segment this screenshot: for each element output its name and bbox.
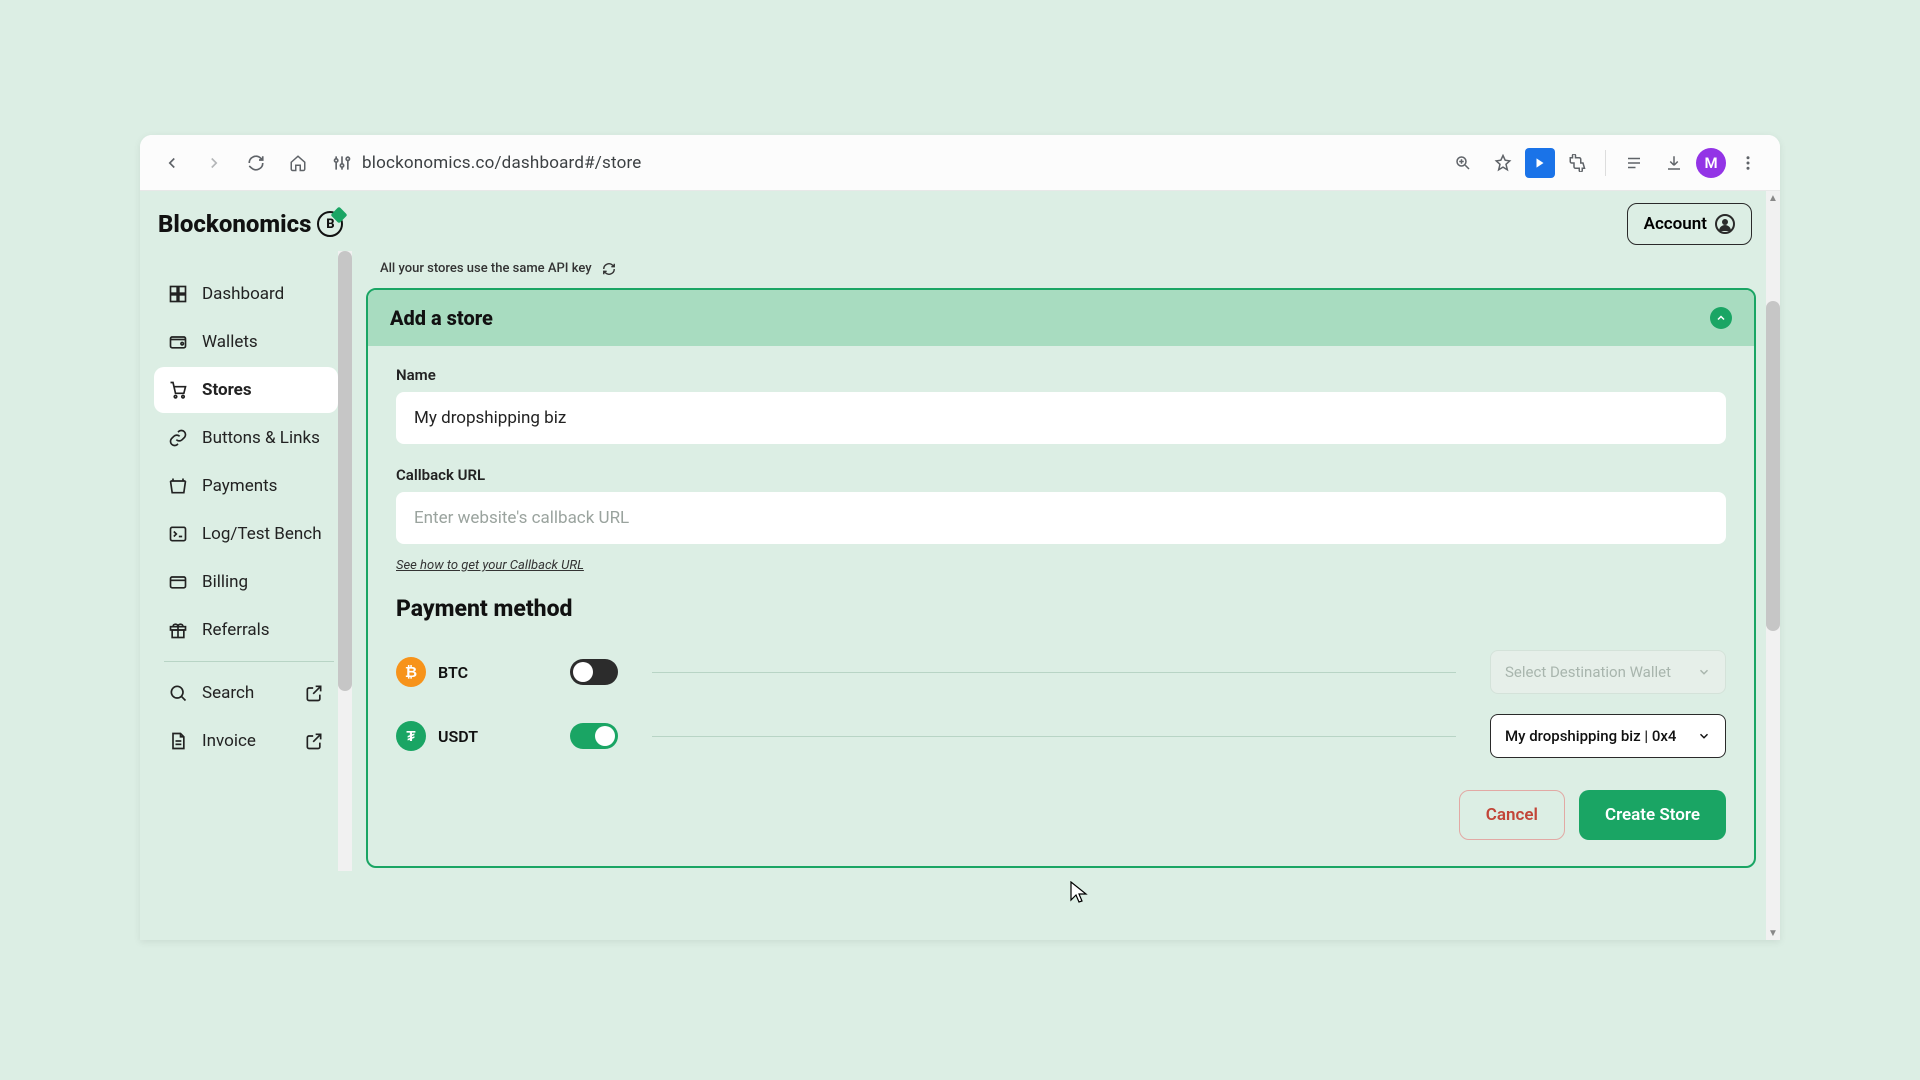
app-root: Blockonomics B Account Dashboard Wallets… bbox=[140, 191, 1780, 940]
sidebar-item-stores[interactable]: Stores bbox=[154, 367, 338, 413]
form-actions: Cancel Create Store bbox=[396, 790, 1726, 840]
reload-button[interactable] bbox=[238, 145, 274, 181]
usdt-label: USDT bbox=[438, 727, 478, 746]
usdt-wallet-select[interactable]: My dropshipping biz | 0x4 bbox=[1490, 714, 1726, 758]
bookmark-icon[interactable] bbox=[1485, 145, 1521, 181]
sidebar-item-referrals[interactable]: Referrals bbox=[154, 607, 338, 653]
sidebar-item-search[interactable]: Search bbox=[154, 670, 338, 716]
extension-flag-icon[interactable] bbox=[1525, 148, 1555, 178]
account-icon bbox=[1715, 214, 1735, 234]
add-store-card: Add a store Name Callback URL See how to… bbox=[366, 288, 1756, 868]
sidebar-scrollbar[interactable] bbox=[338, 251, 352, 871]
payment-row-usdt: ₮ USDT My dropshipping biz | 0x4 bbox=[396, 704, 1726, 768]
card-body: Name Callback URL See how to get your Ca… bbox=[368, 346, 1754, 866]
btc-toggle[interactable] bbox=[570, 659, 618, 685]
name-label: Name bbox=[396, 366, 1726, 384]
terminal-icon bbox=[168, 524, 188, 544]
btc-icon: ₿ bbox=[396, 657, 426, 687]
profile-avatar[interactable]: M bbox=[1696, 148, 1726, 178]
collapse-button[interactable] bbox=[1710, 307, 1732, 329]
sidebar-item-invoice[interactable]: Invoice bbox=[154, 718, 338, 764]
divider-line bbox=[652, 736, 1456, 737]
callback-help-link[interactable]: See how to get your Callback URL bbox=[396, 558, 584, 573]
payment-method-heading: Payment method bbox=[396, 595, 1726, 622]
dashboard-icon bbox=[168, 284, 188, 304]
chevron-down-icon bbox=[1697, 665, 1711, 679]
extensions-icon[interactable] bbox=[1559, 145, 1595, 181]
home-button[interactable] bbox=[280, 145, 316, 181]
usdt-icon: ₮ bbox=[396, 721, 426, 751]
browser-toolbar: blockonomics.co/dashboard#/store M bbox=[140, 135, 1780, 191]
refresh-icon[interactable] bbox=[602, 262, 616, 276]
btc-label: BTC bbox=[438, 663, 468, 682]
payment-row-btc: ₿ BTC Select Destination Wallet bbox=[396, 640, 1726, 704]
divider-line bbox=[652, 672, 1456, 673]
toolbar-divider bbox=[1605, 150, 1606, 176]
chevron-up-icon bbox=[1715, 312, 1727, 324]
browser-window: blockonomics.co/dashboard#/store M Block… bbox=[140, 135, 1780, 940]
account-button[interactable]: Account bbox=[1627, 203, 1752, 245]
search-icon bbox=[168, 683, 188, 703]
store-name-input[interactable] bbox=[396, 392, 1726, 444]
sidebar-item-payments[interactable]: Payments bbox=[154, 463, 338, 509]
sidebar-item-log-test-bench[interactable]: Log/Test Bench bbox=[154, 511, 338, 557]
cancel-button[interactable]: Cancel bbox=[1459, 790, 1565, 840]
sidebar: Dashboard Wallets Stores Buttons & Links… bbox=[140, 191, 352, 940]
sidebar-divider bbox=[164, 661, 334, 662]
kebab-menu-icon[interactable] bbox=[1730, 145, 1766, 181]
callback-label: Callback URL bbox=[396, 466, 1726, 484]
api-key-notice: All your stores use the same API key bbox=[352, 257, 1780, 288]
card-header: Add a store bbox=[368, 290, 1754, 346]
sidebar-item-buttons-links[interactable]: Buttons & Links bbox=[154, 415, 338, 461]
card-title: Add a store bbox=[390, 306, 493, 330]
brand-logo[interactable]: Blockonomics B bbox=[158, 210, 343, 238]
wallet-icon bbox=[168, 332, 188, 352]
billing-icon bbox=[168, 572, 188, 592]
payments-icon bbox=[168, 476, 188, 496]
sidebar-item-billing[interactable]: Billing bbox=[154, 559, 338, 605]
main-content: ▲ ▼ All your stores use the same API key… bbox=[352, 191, 1780, 940]
usdt-toggle[interactable] bbox=[570, 723, 618, 749]
scroll-down-icon[interactable]: ▼ bbox=[1768, 928, 1778, 938]
chevron-down-icon bbox=[1697, 729, 1711, 743]
address-bar[interactable]: blockonomics.co/dashboard#/store bbox=[332, 153, 1429, 173]
invoice-icon bbox=[168, 731, 188, 751]
sidebar-item-dashboard[interactable]: Dashboard bbox=[154, 271, 338, 317]
brand-badge-icon: B bbox=[317, 211, 343, 237]
back-button[interactable] bbox=[154, 145, 190, 181]
reading-list-icon[interactable] bbox=[1616, 145, 1652, 181]
url-text: blockonomics.co/dashboard#/store bbox=[362, 153, 642, 173]
external-link-icon bbox=[304, 731, 324, 751]
main-scrollbar[interactable]: ▲ ▼ bbox=[1766, 191, 1780, 940]
forward-button[interactable] bbox=[196, 145, 232, 181]
create-store-button[interactable]: Create Store bbox=[1579, 790, 1726, 840]
link-icon bbox=[168, 428, 188, 448]
app-header: Blockonomics B Account bbox=[140, 191, 1780, 257]
zoom-icon[interactable] bbox=[1445, 145, 1481, 181]
downloads-icon[interactable] bbox=[1656, 145, 1692, 181]
sidebar-item-wallets[interactable]: Wallets bbox=[154, 319, 338, 365]
site-settings-icon bbox=[332, 153, 352, 173]
store-icon bbox=[168, 380, 188, 400]
external-link-icon bbox=[304, 683, 324, 703]
callback-url-input[interactable] bbox=[396, 492, 1726, 544]
gift-icon bbox=[168, 620, 188, 640]
btc-wallet-select: Select Destination Wallet bbox=[1490, 650, 1726, 694]
